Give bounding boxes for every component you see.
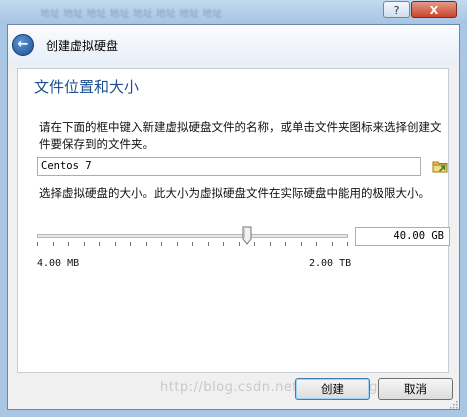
slider-tick bbox=[177, 242, 178, 246]
create-button[interactable]: 创建 bbox=[295, 378, 370, 400]
slider-tick bbox=[37, 242, 38, 246]
folder-icon[interactable] bbox=[432, 159, 448, 173]
cancel-button[interactable]: 取消 bbox=[378, 378, 453, 400]
slider-tick bbox=[130, 242, 131, 246]
dialog-frame: ← 创建虚拟硬盘 文件位置和大小 请在下面的框中键入新建虚拟硬盘文件的名称，或单… bbox=[7, 24, 460, 410]
slider-tick bbox=[239, 242, 240, 246]
page-title: 文件位置和大小 bbox=[34, 78, 140, 96]
slider-tick bbox=[161, 242, 162, 246]
size-slider-ticks bbox=[37, 242, 348, 248]
slider-tick bbox=[99, 242, 100, 246]
location-description: 请在下面的框中键入新建虚拟硬盘文件的名称，或单击文件夹图标来选择创建文件要保存到… bbox=[39, 120, 442, 151]
slider-tick bbox=[254, 242, 255, 246]
slider-min-label: 4.00 MB bbox=[37, 258, 80, 269]
slider-tick bbox=[316, 242, 317, 246]
resize-grip-icon[interactable] bbox=[449, 400, 458, 409]
slider-tick bbox=[53, 242, 54, 246]
slider-tick bbox=[301, 242, 302, 246]
window-titlebar: 地址 地址 地址 地址 地址 地址 地址 地址 ? X bbox=[0, 0, 467, 24]
dialog-header: ← 创建虚拟硬盘 bbox=[8, 25, 459, 65]
size-description: 选择虚拟硬盘的大小。此大小为虚拟硬盘文件在实际硬盘中能用的极限大小。 bbox=[39, 186, 430, 200]
back-arrow-icon[interactable]: ← bbox=[12, 34, 34, 56]
slider-tick bbox=[347, 242, 348, 246]
size-slider-thumb[interactable] bbox=[242, 226, 252, 245]
slider-tick bbox=[270, 242, 271, 246]
content-panel: 文件位置和大小 请在下面的框中键入新建虚拟硬盘文件的名称，或单击文件夹图标来选择… bbox=[17, 68, 450, 373]
slider-tick bbox=[84, 242, 85, 246]
slider-tick bbox=[208, 242, 209, 246]
slider-tick bbox=[115, 242, 116, 246]
slider-tick bbox=[68, 242, 69, 246]
help-button[interactable]: ? bbox=[383, 1, 410, 18]
slider-max-label: 2.00 TB bbox=[309, 258, 352, 269]
slider-tick bbox=[146, 242, 147, 246]
blurred-background-text: 地址 地址 地址 地址 地址 地址 地址 地址 bbox=[40, 9, 223, 20]
file-name-input[interactable]: Centos 7 bbox=[37, 157, 421, 176]
size-value-input[interactable]: 40.00 GB bbox=[355, 227, 450, 246]
slider-tick bbox=[285, 242, 286, 246]
slider-tick bbox=[223, 242, 224, 246]
dialog-title: 创建虚拟硬盘 bbox=[46, 39, 119, 53]
close-button[interactable]: X bbox=[411, 1, 457, 18]
size-slider-track[interactable] bbox=[37, 234, 348, 238]
slider-tick bbox=[192, 242, 193, 246]
slider-tick bbox=[332, 242, 333, 246]
